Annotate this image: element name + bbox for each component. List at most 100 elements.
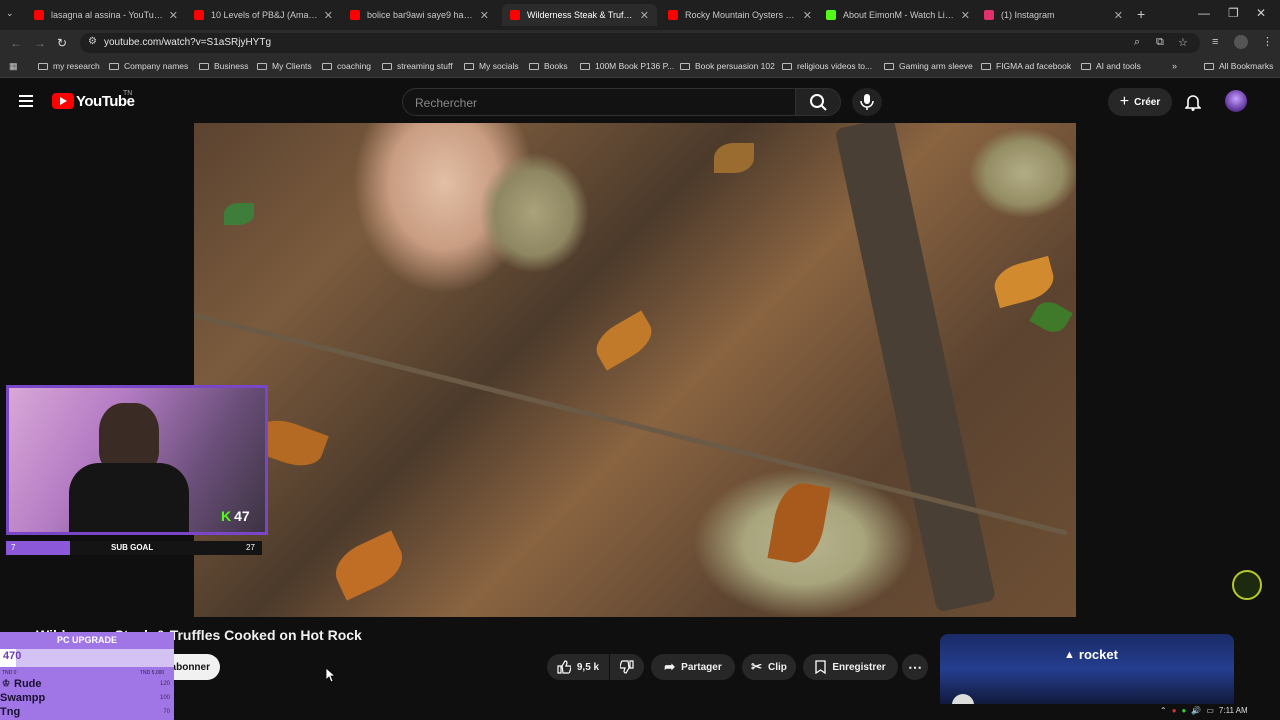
share-label: Partager — [681, 661, 722, 673]
bookmark-label: My socials — [479, 61, 519, 71]
save-label: Enregistrer — [832, 661, 886, 673]
tab-title: bolice bar9awi saye9 hal9a - Yo... — [367, 10, 474, 20]
minimize-icon[interactable]: — — [1198, 6, 1210, 20]
subscribe-label: abonner — [170, 661, 210, 673]
video-player[interactable] — [194, 123, 1076, 617]
kick-viewer-count: K 47 — [221, 508, 250, 524]
reload-icon[interactable]: ↻ — [57, 36, 67, 50]
folder-icon — [322, 62, 332, 70]
bookmark-folder[interactable]: Book persuasion 102 — [680, 61, 775, 71]
ad-brand: ▲ rocket — [1064, 647, 1118, 662]
bookmark-folder[interactable]: streaming stuff — [382, 61, 453, 71]
bookmark-label: coaching — [337, 61, 372, 71]
bookmark-folder[interactable]: my research — [38, 61, 100, 71]
dislike-button[interactable] — [610, 654, 644, 680]
upgrade-value: 470 — [3, 650, 22, 662]
bookmark-folder[interactable]: 100M Book P136 P... — [580, 61, 674, 71]
profile-avatar[interactable] — [1234, 35, 1248, 49]
bookmark-folder[interactable]: Business — [199, 61, 249, 71]
donor-row: Tng 70 — [0, 706, 174, 720]
clip-button[interactable]: ✂ Clip — [742, 654, 796, 680]
tab-close-icon[interactable]: ✕ — [480, 9, 489, 22]
new-tab-button[interactable]: + — [1137, 6, 1145, 22]
bookmark-folder[interactable]: religious videos to... — [782, 61, 872, 71]
channel-watermark[interactable] — [1232, 570, 1262, 600]
folder-icon — [782, 62, 792, 70]
clock-time[interactable]: 7:11 AM — [1219, 706, 1248, 715]
like-button[interactable]: 9,5 k — [547, 654, 609, 680]
browser-tab[interactable]: Rocky Mountain Oysters - YouT... ✕ — [660, 4, 820, 26]
search-input[interactable]: Rechercher — [402, 88, 796, 116]
tab-close-icon[interactable]: ✕ — [1114, 9, 1123, 22]
browser-menu-icon[interactable]: ⋮ — [1262, 35, 1273, 48]
folder-icon — [680, 62, 690, 70]
tray-app-icon[interactable]: ● — [1172, 706, 1177, 715]
tab-search-icon[interactable]: ⌄ — [6, 8, 14, 19]
close-window-icon[interactable]: ✕ — [1256, 6, 1266, 20]
tab-close-icon[interactable]: ✕ — [324, 9, 333, 22]
browser-tab[interactable]: About EimonM - Watch Live on... ✕ — [818, 4, 978, 26]
upgrade-max: TND 5,000 — [140, 670, 165, 676]
more-actions-button[interactable]: ⋯ — [902, 654, 928, 680]
all-bookmarks[interactable]: All Bookmarks — [1204, 61, 1273, 71]
url-text[interactable]: youtube.com/watch?v=S1aSRjyHYTg — [104, 37, 271, 48]
apps-grid-icon[interactable]: ▦ — [9, 61, 18, 72]
back-icon[interactable]: ← — [10, 36, 22, 50]
browser-tab[interactable]: lasagna al assina - YouTube ✕ — [26, 4, 186, 26]
tab-title: Wilderness Steak & Truffle... — [527, 10, 634, 20]
create-button[interactable]: + Créer — [1108, 88, 1172, 116]
account-avatar[interactable] — [1225, 90, 1247, 112]
folder-icon — [464, 62, 474, 70]
tab-close-icon[interactable]: ✕ — [640, 9, 649, 22]
bookmark-folder[interactable]: AI and tools — [1081, 61, 1141, 71]
forward-icon[interactable]: → — [34, 36, 46, 50]
tab-favicon-icon — [510, 10, 520, 20]
streamer-body — [69, 463, 189, 532]
browser-tab[interactable]: bolice bar9awi saye9 hal9a - Yo... ✕ — [342, 4, 497, 26]
folder-icon — [1204, 62, 1214, 70]
sidebar-ad-card[interactable]: ▲ rocket — [940, 634, 1234, 704]
extensions-icon[interactable]: ≡ — [1212, 36, 1218, 48]
tray-chevron-icon[interactable]: ⌃ — [1160, 706, 1167, 715]
youtube-logo-icon[interactable] — [52, 93, 74, 109]
browser-tab[interactable]: (1) Instagram ✕ — [976, 4, 1131, 26]
search-button[interactable] — [795, 88, 841, 116]
save-button[interactable]: Enregistrer — [803, 654, 898, 680]
bookmarks-overflow-icon[interactable]: » — [1172, 61, 1177, 71]
hamburger-menu-icon[interactable] — [19, 92, 33, 110]
bookmark-label: my research — [53, 61, 100, 71]
bookmark-folder[interactable]: Books — [529, 61, 568, 71]
install-icon[interactable]: ⧉ — [1156, 36, 1164, 49]
omnibox[interactable]: ⚙ youtube.com/watch?v=S1aSRjyHYTg ⌕ ⧉ ☆ — [80, 33, 1200, 53]
voice-search-button[interactable] — [852, 88, 882, 116]
site-info-icon[interactable]: ⚙ — [88, 36, 97, 47]
tab-close-icon[interactable]: ✕ — [169, 9, 178, 22]
bookmark-folder[interactable]: FIGMA ad facebook — [981, 61, 1071, 71]
notifications-bell-icon[interactable] — [1184, 93, 1202, 116]
restore-icon[interactable]: ❐ — [1228, 6, 1239, 20]
browser-tab[interactable]: Wilderness Steak & Truffle... ✕ — [502, 4, 657, 26]
video-leaf — [714, 143, 754, 173]
bookmark-folder[interactable]: Company names — [109, 61, 188, 71]
zoom-icon[interactable]: ⌕ — [1134, 36, 1140, 49]
tray-network-icon[interactable]: ● — [1182, 706, 1187, 715]
address-bar-row: ← → ↻ ⚙ youtube.com/watch?v=S1aSRjyHYTg … — [0, 30, 1280, 56]
upgrade-progress-bar: 470 — [0, 649, 174, 667]
bookmark-folder[interactable]: Gaming arm sleeve — [884, 61, 973, 71]
bookmark-folder[interactable]: My Clients — [257, 61, 312, 71]
tab-close-icon[interactable]: ✕ — [961, 9, 970, 22]
video-branch — [834, 123, 997, 613]
battery-icon[interactable]: ▭ — [1206, 706, 1214, 715]
bookmark-folder[interactable]: My socials — [464, 61, 519, 71]
upgrade-title: PC UPGRADE — [56, 635, 117, 645]
bookmark-folder[interactable]: coaching — [322, 61, 371, 71]
folder-icon — [529, 62, 539, 70]
bookmark-star-icon[interactable]: ☆ — [1178, 36, 1188, 49]
browser-tab[interactable]: 10 Levels of PB&J (Amateur to ... ✕ — [186, 4, 341, 26]
search-icon — [810, 94, 827, 111]
thumbs-down-icon — [620, 660, 634, 674]
share-button[interactable]: ➦ Partager — [651, 654, 735, 680]
volume-icon[interactable]: 🔊 — [1191, 706, 1201, 715]
rocket-logo-icon: ▲ — [1064, 648, 1075, 661]
tab-close-icon[interactable]: ✕ — [803, 9, 812, 22]
